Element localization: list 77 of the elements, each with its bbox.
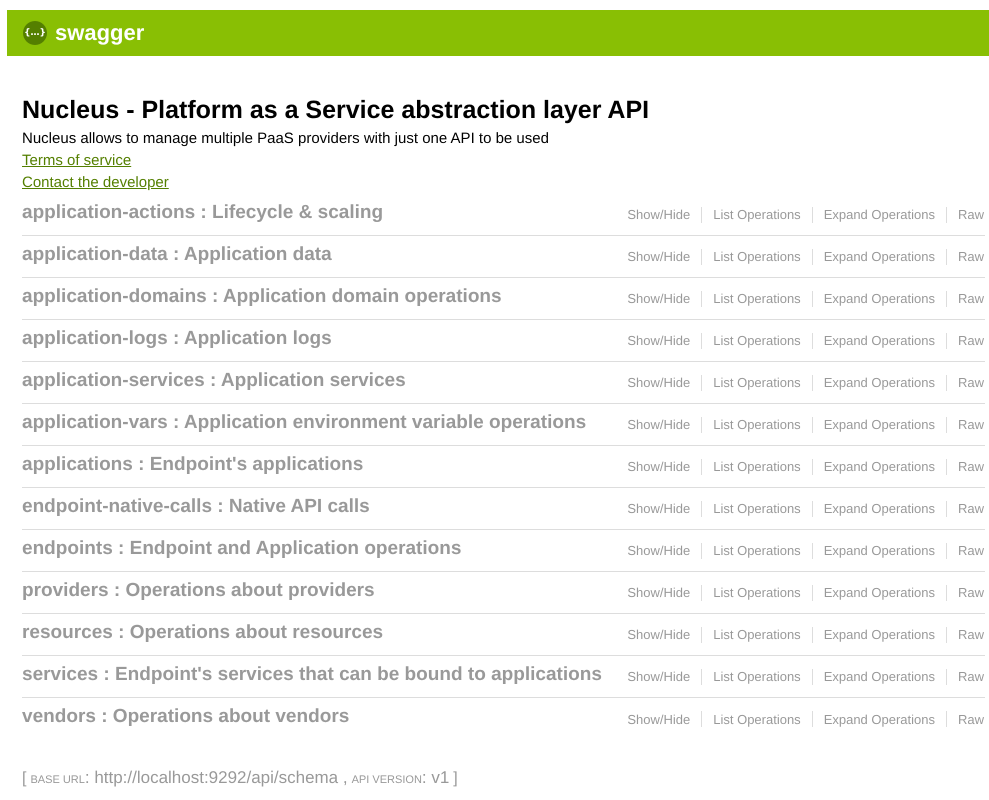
resource-heading[interactable]: application-data : Application data bbox=[22, 244, 332, 270]
resource-action-link[interactable]: Expand Operations bbox=[822, 459, 936, 474]
resource-action-link[interactable]: Raw bbox=[956, 207, 985, 222]
resource-action-link[interactable]: Expand Operations bbox=[822, 207, 936, 222]
resource-action-link[interactable]: List Operations bbox=[712, 207, 802, 222]
resource-action-link[interactable]: Expand Operations bbox=[822, 291, 936, 306]
resource-action-link[interactable]: List Operations bbox=[712, 417, 802, 432]
api-description: Nucleus allows to manage multiple PaaS providers with just one API to be used bbox=[22, 129, 550, 149]
resource-heading[interactable]: application-actions : Lifecycle & scaling bbox=[22, 202, 384, 228]
resource-action-link[interactable]: Expand Operations bbox=[822, 585, 936, 600]
resource-heading[interactable]: application-services : Application services bbox=[22, 370, 406, 396]
base-url-label: BASE URL bbox=[30, 774, 85, 786]
resource-action-link[interactable]: Show/Hide bbox=[626, 627, 692, 642]
resource-action-link[interactable]: Raw bbox=[956, 417, 985, 432]
resource-action-link[interactable]: Raw bbox=[956, 712, 985, 726]
resource-action-link[interactable]: Show/Hide bbox=[626, 712, 692, 726]
resource-heading[interactable]: application-vars : Application environment variable operations bbox=[22, 412, 586, 438]
resource-heading[interactable]: vendors : Operations about vendors bbox=[22, 706, 350, 732]
resource-action-link[interactable]: Expand Operations bbox=[822, 417, 936, 432]
resource-action-link[interactable]: Raw bbox=[956, 501, 985, 516]
resource-heading[interactable]: application-logs : Application logs bbox=[22, 328, 332, 354]
resource-heading[interactable]: applications : Endpoint's applications bbox=[22, 454, 364, 480]
resource-action-link[interactable]: Show/Hide bbox=[626, 459, 692, 474]
api-title: Nucleus - Platform as a Service abstraction layer API bbox=[22, 95, 650, 126]
api-version: : v1 bbox=[422, 768, 450, 788]
resource-action-link[interactable]: Expand Operations bbox=[822, 627, 936, 642]
resource-action-link[interactable]: Raw bbox=[956, 375, 985, 390]
resource-action-link[interactable]: List Operations bbox=[712, 627, 802, 642]
bracket: [ bbox=[22, 770, 26, 788]
resource-heading[interactable]: application-domains : Application domain operations bbox=[22, 286, 502, 312]
resource-action-link[interactable]: Show/Hide bbox=[626, 249, 692, 264]
resource-action-link[interactable]: Show/Hide bbox=[626, 291, 692, 306]
logo-icon: {…} bbox=[23, 21, 47, 45]
resource-action-link[interactable]: Expand Operations bbox=[822, 375, 936, 390]
resource-heading[interactable]: endpoints : Endpoint and Application operations bbox=[22, 538, 462, 564]
resource-action-link[interactable]: Raw bbox=[956, 543, 985, 558]
info-link[interactable]: Terms of service bbox=[22, 150, 132, 172]
api-version-label: API VERSION bbox=[352, 774, 422, 786]
resource-action-link[interactable]: Show/Hide bbox=[626, 333, 692, 348]
resource-action-link[interactable]: Show/Hide bbox=[626, 207, 692, 222]
resource-action-link[interactable]: Expand Operations bbox=[822, 501, 936, 516]
resource-action-link[interactable]: List Operations bbox=[712, 712, 802, 726]
resource-heading[interactable]: endpoint-native-calls : Native API calls bbox=[22, 496, 370, 522]
resource-action-link[interactable]: Raw bbox=[956, 333, 985, 348]
resource-action-link[interactable]: List Operations bbox=[712, 459, 802, 474]
resource-action-link[interactable]: Raw bbox=[956, 669, 985, 684]
resource-action-link[interactable]: List Operations bbox=[712, 249, 802, 264]
resource-action-link[interactable]: Raw bbox=[956, 585, 985, 600]
resource-action-link[interactable]: List Operations bbox=[712, 669, 802, 684]
resource-action-link[interactable]: Expand Operations bbox=[822, 333, 936, 348]
resource-action-link[interactable]: Expand Operations bbox=[822, 543, 936, 558]
resource-heading[interactable]: services : Endpoint's services that can be bound to applications bbox=[22, 664, 602, 690]
base-url: : http://localhost:9292/api/schema , bbox=[84, 768, 348, 788]
resource-action-link[interactable]: List Operations bbox=[712, 333, 802, 348]
resource-action-link[interactable]: Expand Operations bbox=[822, 712, 936, 726]
resource-action-link[interactable]: Show/Hide bbox=[626, 585, 692, 600]
resource-action-link[interactable]: Show/Hide bbox=[626, 543, 692, 558]
resource-action-link[interactable]: Show/Hide bbox=[626, 501, 692, 516]
resource-action-link[interactable]: Show/Hide bbox=[626, 375, 692, 390]
resource-action-link[interactable]: Raw bbox=[956, 627, 985, 642]
resource-action-link[interactable]: Raw bbox=[956, 249, 985, 264]
resource-heading[interactable]: resources : Operations about resources bbox=[22, 622, 384, 648]
resource-heading[interactable]: providers : Operations about providers bbox=[22, 580, 375, 606]
brand-name: swagger bbox=[55, 20, 144, 46]
resource-action-link[interactable]: List Operations bbox=[712, 543, 802, 558]
info-link[interactable]: Contact the developer bbox=[22, 172, 169, 194]
resource-action-link[interactable]: Show/Hide bbox=[626, 669, 692, 684]
bracket: ] bbox=[453, 770, 458, 788]
resource-action-link[interactable]: List Operations bbox=[712, 291, 802, 306]
resource-action-link[interactable]: List Operations bbox=[712, 375, 802, 390]
resource-action-link[interactable]: List Operations bbox=[712, 501, 802, 516]
resource-action-link[interactable]: Expand Operations bbox=[822, 249, 936, 264]
resource-action-link[interactable]: Raw bbox=[956, 291, 985, 306]
resource-action-link[interactable]: List Operations bbox=[712, 585, 802, 600]
resource-action-link[interactable]: Expand Operations bbox=[822, 669, 936, 684]
resource-action-link[interactable]: Show/Hide bbox=[626, 417, 692, 432]
resource-action-link[interactable]: Raw bbox=[956, 459, 985, 474]
